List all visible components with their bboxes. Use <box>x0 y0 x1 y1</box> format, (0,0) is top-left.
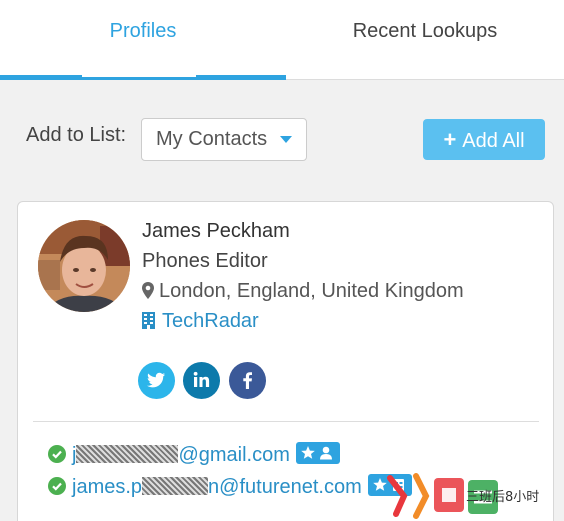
watermark-logo: 三班后8小时 <box>386 466 564 521</box>
location-text: London, England, United Kingdom <box>159 280 464 302</box>
add-to-list-label: Add to List: <box>26 124 127 146</box>
linkedin-icon[interactable] <box>183 362 220 399</box>
plus-icon: + <box>443 127 457 152</box>
list-dropdown[interactable]: My Contacts <box>141 118 307 161</box>
watermark-text: 三班后8小时 <box>466 490 540 505</box>
email-suffix: @gmail.com <box>178 444 290 466</box>
company-link[interactable]: TechRadar <box>142 310 259 333</box>
list-dropdown-value: My Contacts <box>156 128 268 150</box>
caret-down-icon <box>280 136 292 143</box>
person-name: James Peckham <box>142 220 290 242</box>
tab-recent-lookups[interactable]: Recent Lookups <box>286 0 564 80</box>
redacted-text <box>76 445 179 463</box>
tab-bar: Profiles Recent Lookups <box>0 0 564 80</box>
person-title: Phones Editor <box>142 250 268 272</box>
section-divider <box>33 421 539 422</box>
redacted-text <box>142 477 209 495</box>
verified-check-icon <box>48 477 66 495</box>
facebook-icon[interactable] <box>229 362 266 399</box>
active-tab-indicator <box>0 75 286 80</box>
map-pin-icon <box>142 282 154 299</box>
building-icon <box>142 312 155 329</box>
avatar <box>38 220 130 312</box>
email-prefix: james.p <box>72 476 143 498</box>
company-name: TechRadar <box>162 310 259 332</box>
verified-check-icon <box>48 445 66 463</box>
email-item[interactable]: james.p n@futurenet.com <box>48 474 412 498</box>
person-location: London, England, United Kingdom <box>142 280 464 303</box>
add-all-label: Add All <box>462 130 525 152</box>
email-item[interactable]: j @gmail.com <box>48 442 340 466</box>
tab-profiles[interactable]: Profiles <box>0 0 286 80</box>
contact-type-badge <box>295 442 340 464</box>
add-all-button[interactable]: + Add All <box>423 119 545 160</box>
email-suffix: n@futurenet.com <box>208 476 362 498</box>
twitter-icon[interactable] <box>138 362 175 399</box>
